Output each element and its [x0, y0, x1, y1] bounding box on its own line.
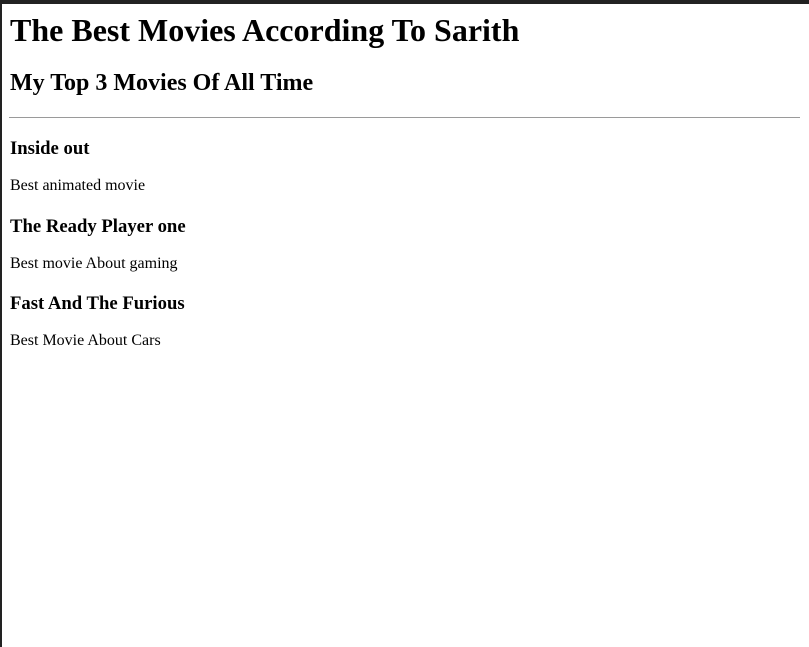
movie-title: The Ready Player one — [10, 216, 186, 237]
movie-item-inside-out: Inside out Best animated movie — [10, 138, 801, 194]
movie-item-fast-and-furious: Fast And The Furious Best Movie About Ca… — [10, 293, 801, 349]
page-subtitle: My Top 3 Movies Of All Time — [10, 70, 314, 96]
movie-description: Best movie About gaming — [10, 255, 178, 272]
divider — [9, 117, 800, 118]
movie-description: Best animated movie — [10, 177, 146, 194]
window-top-border — [0, 0, 809, 4]
movie-description: Best Movie About Cars — [10, 332, 161, 349]
page-title: The Best Movies According To Sarith — [10, 12, 520, 48]
movie-item-ready-player-one: The Ready Player one Best movie About ga… — [10, 216, 801, 272]
movie-title: Fast And The Furious — [10, 293, 185, 314]
movie-title: Inside out — [10, 138, 90, 159]
window-left-border — [0, 0, 2, 647]
